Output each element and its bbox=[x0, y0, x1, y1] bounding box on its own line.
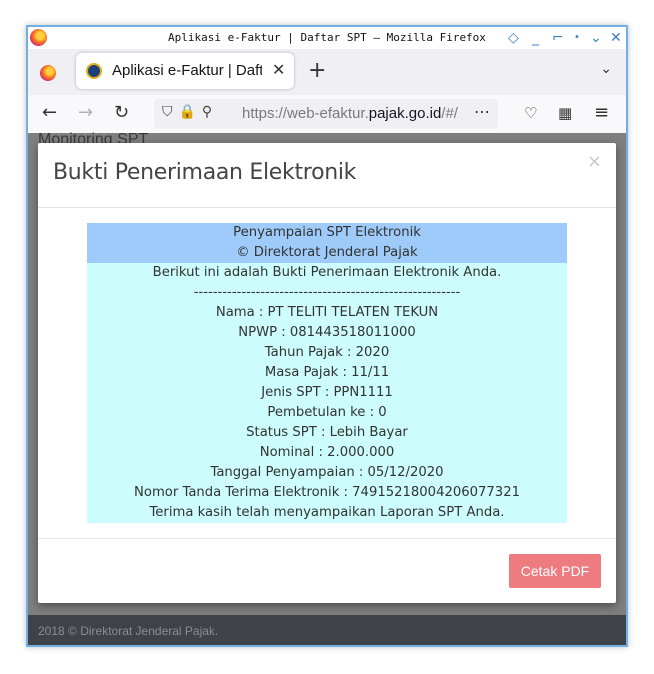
receipt-line: Berikut ini adalah Bukti Penerimaan Elek… bbox=[152, 265, 502, 280]
receipt-modal: Bukti Penerimaan Elektronik × Penyampaia… bbox=[38, 143, 616, 603]
navigation-bar: ← → ↻ ⛉🔒⚲ https://web-efaktur.pajak.go.i… bbox=[28, 95, 626, 133]
chevron-down-icon[interactable]: ⌄ bbox=[600, 61, 612, 77]
shade-icon[interactable]: ⌄ bbox=[590, 28, 602, 48]
tab-strip: Aplikasi e-Faktur | Daftar SPT ✕ + ⌄ bbox=[28, 49, 626, 95]
firefox-view-icon[interactable] bbox=[40, 65, 56, 81]
receipt-line: Pembetulan ke : 0 bbox=[267, 405, 387, 420]
receipt-line: Nama : PT TELITI TELATEN TEKUN bbox=[215, 305, 439, 320]
page-content: Monitoring SPT Bukti Penerimaan Elektron… bbox=[28, 131, 626, 645]
forward-icon[interactable]: → bbox=[78, 101, 93, 125]
receipt-line: NPWP : 081443518011000 bbox=[238, 325, 416, 340]
title-bar: Aplikasi e-Faktur | Daftar SPT — Mozilla… bbox=[28, 27, 626, 49]
pocket-icon[interactable]: ♡ bbox=[524, 101, 537, 125]
modal-close-icon[interactable]: × bbox=[587, 151, 602, 172]
receipt-header-line: Penyampaian SPT Elektronik bbox=[233, 225, 421, 240]
pajak-favicon-icon bbox=[86, 63, 102, 79]
new-tab-icon[interactable]: + bbox=[308, 58, 326, 83]
cetak-pdf-button[interactable]: Cetak PDF bbox=[509, 554, 601, 588]
browser-window: Aplikasi e-Faktur | Daftar SPT — Mozilla… bbox=[26, 25, 628, 647]
receipt-line: Masa Pajak : 11/11 bbox=[264, 365, 390, 380]
url-text[interactable]: https://web-efaktur.pajak.go.id/#/ bbox=[242, 105, 467, 122]
keep-above-icon[interactable]: ◇ bbox=[508, 28, 519, 48]
receipt-line: Terima kasih telah menyampaikan Laporan … bbox=[149, 505, 505, 520]
dot-icon: • bbox=[574, 32, 580, 43]
modal-title: Bukti Penerimaan Elektronik bbox=[53, 160, 357, 185]
menu-icon[interactable]: ≡ bbox=[594, 101, 609, 125]
receipt-box: Penyampaian SPT Elektronik © Direktorat … bbox=[87, 223, 567, 523]
receipt-header-line: © Direktorat Jenderal Pajak bbox=[236, 245, 418, 260]
receipt-line: Jenis SPT : PPN1111 bbox=[261, 385, 393, 400]
divider bbox=[38, 207, 616, 208]
receipt-line: Nomor Tanda Terima Elektronik : 74915218… bbox=[134, 485, 520, 500]
tab-title: Aplikasi e-Faktur | Daftar SPT bbox=[112, 62, 262, 79]
divider bbox=[38, 538, 616, 539]
receipt-line: Nominal : 2.000.000 bbox=[259, 445, 395, 460]
minimize-icon[interactable]: _ bbox=[532, 28, 539, 48]
footer-text: 2018 © Direktorat Jenderal Pajak. bbox=[38, 624, 219, 638]
receipt-body: Berikut ini adalah Bukti Penerimaan Elek… bbox=[87, 263, 567, 523]
tab-efaktur[interactable]: Aplikasi e-Faktur | Daftar SPT ✕ bbox=[76, 53, 294, 89]
receipt-line: Tahun Pajak : 2020 bbox=[264, 345, 390, 360]
receipt-line: Tanggal Penyampaian : 05/12/2020 bbox=[210, 465, 444, 480]
reload-icon[interactable]: ↻ bbox=[114, 101, 129, 125]
page-actions-icon[interactable]: ⋯ bbox=[474, 102, 490, 121]
extensions-icon[interactable]: ▦ bbox=[558, 101, 572, 125]
receipt-separator: ----------------------------------------… bbox=[193, 285, 461, 300]
close-window-icon[interactable]: ✕ bbox=[610, 28, 622, 48]
tab-close-icon[interactable]: ✕ bbox=[272, 60, 285, 79]
url-bar[interactable]: ⛉🔒⚲ https://web-efaktur.pajak.go.id/#/ ⋯ bbox=[154, 99, 498, 129]
receipt-line: Status SPT : Lebih Bayar bbox=[246, 425, 408, 440]
receipt-header: Penyampaian SPT Elektronik © Direktorat … bbox=[87, 223, 567, 263]
shield-lock-icons[interactable]: ⛉🔒⚲ bbox=[162, 104, 218, 120]
back-icon[interactable]: ← bbox=[42, 101, 57, 125]
page-footer: 2018 © Direktorat Jenderal Pajak. bbox=[28, 615, 626, 645]
maximize-icon[interactable]: ⌐ bbox=[552, 28, 564, 48]
